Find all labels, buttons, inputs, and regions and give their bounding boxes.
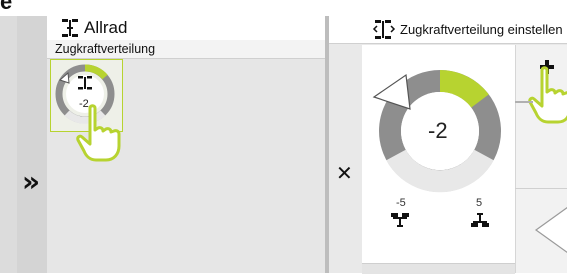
allrad-title: Allrad	[84, 18, 128, 37]
close-x-icon[interactable]: ✕	[336, 163, 353, 183]
front-axle-bias-icon	[391, 213, 409, 227]
axle-4wd-adjust-icon	[372, 20, 396, 39]
gauge-value: -2	[428, 118, 448, 143]
einstellen-title: Zugkraftverteilung einstellen	[400, 22, 563, 37]
zugkraftverteilung-label: Zugkraftverteilung	[55, 42, 156, 56]
axle-4wd-icon	[62, 19, 78, 37]
gauge-max-label: 5	[476, 197, 483, 209]
stepper-separator	[515, 188, 567, 189]
decrease-arrow-icon[interactable]	[534, 205, 567, 255]
gauge-min-label: -5	[396, 197, 406, 209]
plus-hint-line	[515, 101, 533, 103]
cropped-heading-letter: e	[0, 0, 13, 14]
allrad-subtitle-bar: Zugkraftverteilung	[47, 40, 325, 59]
double-chevron-right-icon[interactable]: »	[22, 168, 40, 196]
hand-pointer-plus-icon	[528, 66, 567, 124]
hand-pointer-icon	[76, 104, 121, 162]
setter-footer	[362, 263, 515, 274]
rear-axle-bias-icon	[471, 213, 489, 227]
expand-nav-strip[interactable]: »	[17, 16, 47, 273]
